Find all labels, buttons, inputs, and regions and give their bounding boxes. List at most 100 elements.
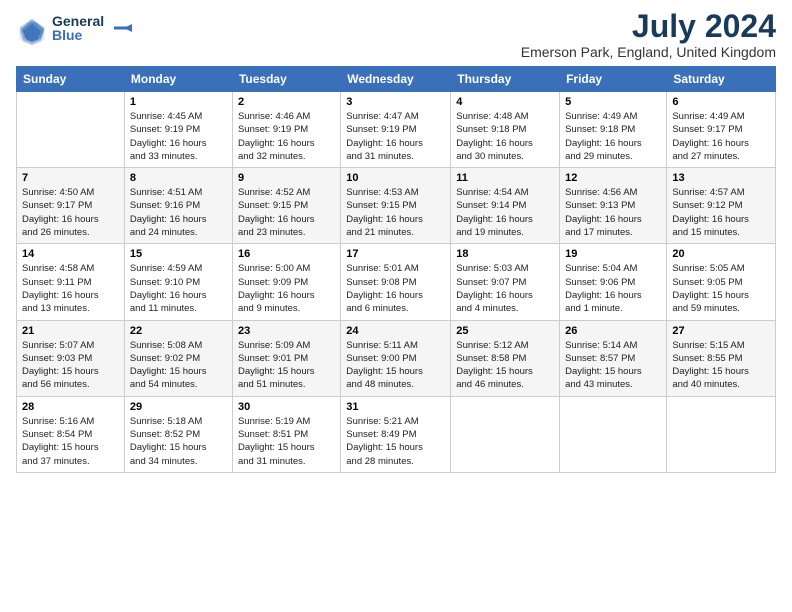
calendar-cell: 27Sunrise: 5:15 AMSunset: 8:55 PMDayligh… — [667, 320, 776, 396]
col-sunday: Sunday — [17, 67, 125, 92]
day-number: 13 — [672, 172, 770, 184]
day-number: 24 — [346, 325, 445, 337]
day-info: Sunrise: 5:09 AMSunset: 9:01 PMDaylight:… — [238, 339, 335, 392]
day-info: Sunrise: 4:52 AMSunset: 9:15 PMDaylight:… — [238, 186, 335, 239]
day-info: Sunrise: 5:08 AMSunset: 9:02 PMDaylight:… — [130, 339, 227, 392]
day-info: Sunrise: 5:18 AMSunset: 8:52 PMDaylight:… — [130, 415, 227, 468]
day-info: Sunrise: 5:21 AMSunset: 8:49 PMDaylight:… — [346, 415, 445, 468]
day-number: 2 — [238, 96, 335, 108]
day-number: 3 — [346, 96, 445, 108]
day-info: Sunrise: 4:48 AMSunset: 9:18 PMDaylight:… — [456, 110, 554, 163]
calendar-cell: 22 Sunrise: 5:08 AMSunset: 9:02 PMDayligh… — [124, 320, 232, 396]
calendar-cell: 8Sunrise: 4:51 AMSunset: 9:16 PMDaylight… — [124, 168, 232, 244]
col-saturday: Saturday — [667, 67, 776, 92]
calendar-cell: 1 Sunrise: 4:45 AMSunset: 9:19 PMDaylight… — [124, 92, 232, 168]
calendar-cell — [667, 396, 776, 472]
day-info: Sunrise: 4:49 AMSunset: 9:17 PMDaylight:… — [672, 110, 770, 163]
day-number: 29 — [130, 401, 227, 413]
calendar-cell: 18Sunrise: 5:03 AMSunset: 9:07 PMDayligh… — [451, 244, 560, 320]
calendar-week-row: 14 Sunrise: 4:58 AMSunset: 9:11 PMDayligh… — [17, 244, 776, 320]
day-info: Sunrise: 4:49 AMSunset: 9:18 PMDaylight:… — [565, 110, 661, 163]
day-number: 10 — [346, 172, 445, 184]
day-number: 5 — [565, 96, 661, 108]
day-number: 31 — [346, 401, 445, 413]
calendar-cell: 17Sunrise: 5:01 AMSunset: 9:08 PMDayligh… — [341, 244, 451, 320]
calendar-cell: 12Sunrise: 4:56 AMSunset: 9:13 PMDayligh… — [560, 168, 667, 244]
col-thursday: Thursday — [451, 67, 560, 92]
col-monday: Monday — [124, 67, 232, 92]
calendar-cell: 19 Sunrise: 5:04 AMSunset: 9:06 PMDayligh… — [560, 244, 667, 320]
day-info: Sunrise: 5:00 AMSunset: 9:09 PMDaylight:… — [238, 262, 335, 315]
calendar-cell: 29 Sunrise: 5:18 AMSunset: 8:52 PMDayligh… — [124, 396, 232, 472]
calendar-cell: 5 Sunrise: 4:49 AMSunset: 9:18 PMDaylight… — [560, 92, 667, 168]
day-number: 17 — [346, 248, 445, 260]
day-info: Sunrise: 5:05 AMSunset: 9:05 PMDaylight:… — [672, 262, 770, 315]
day-number: 6 — [672, 96, 770, 108]
header: General Blue July 2024 Emerson Park, Eng… — [16, 10, 776, 60]
calendar-week-row: 1 Sunrise: 4:45 AMSunset: 9:19 PMDaylight… — [17, 92, 776, 168]
day-number: 23 — [238, 325, 335, 337]
day-number: 26 — [565, 325, 661, 337]
col-tuesday: Tuesday — [232, 67, 340, 92]
day-number: 21 — [22, 325, 119, 337]
day-info: Sunrise: 5:11 AMSunset: 9:00 PMDaylight:… — [346, 339, 445, 392]
month-year-title: July 2024 — [521, 10, 776, 42]
calendar-cell: 13Sunrise: 4:57 AMSunset: 9:12 PMDayligh… — [667, 168, 776, 244]
calendar-cell: 28 Sunrise: 5:16 AMSunset: 8:54 PMDayligh… — [17, 396, 125, 472]
calendar-cell: 4Sunrise: 4:48 AMSunset: 9:18 PMDaylight… — [451, 92, 560, 168]
day-info: Sunrise: 5:19 AMSunset: 8:51 PMDaylight:… — [238, 415, 335, 468]
day-info: Sunrise: 4:58 AMSunset: 9:11 PMDaylight:… — [22, 262, 119, 315]
day-number: 11 — [456, 172, 554, 184]
day-info: Sunrise: 5:16 AMSunset: 8:54 PMDaylight:… — [22, 415, 119, 468]
day-number: 15 — [130, 248, 227, 260]
day-info: Sunrise: 5:03 AMSunset: 9:07 PMDaylight:… — [456, 262, 554, 315]
day-number: 12 — [565, 172, 661, 184]
calendar-cell: 11 Sunrise: 4:54 AMSunset: 9:14 PMDayligh… — [451, 168, 560, 244]
calendar-cell: 9 Sunrise: 4:52 AMSunset: 9:15 PMDaylight… — [232, 168, 340, 244]
calendar-cell: 3 Sunrise: 4:47 AMSunset: 9:19 PMDaylight… — [341, 92, 451, 168]
calendar-header-row: Sunday Monday Tuesday Wednesday Thursday… — [17, 67, 776, 92]
day-info: Sunrise: 5:14 AMSunset: 8:57 PMDaylight:… — [565, 339, 661, 392]
calendar-cell: 26 Sunrise: 5:14 AMSunset: 8:57 PMDayligh… — [560, 320, 667, 396]
day-info: Sunrise: 4:59 AMSunset: 9:10 PMDaylight:… — [130, 262, 227, 315]
day-number: 14 — [22, 248, 119, 260]
calendar-cell: 31 Sunrise: 5:21 AMSunset: 8:49 PMDayligh… — [341, 396, 451, 472]
day-number: 28 — [22, 401, 119, 413]
calendar-cell: 7 Sunrise: 4:50 AMSunset: 9:17 PMDaylight… — [17, 168, 125, 244]
calendar-cell: 16 Sunrise: 5:00 AMSunset: 9:09 PMDayligh… — [232, 244, 340, 320]
day-info: Sunrise: 5:04 AMSunset: 9:06 PMDaylight:… — [565, 262, 661, 315]
day-number: 1 — [130, 96, 227, 108]
day-info: Sunrise: 4:50 AMSunset: 9:17 PMDaylight:… — [22, 186, 119, 239]
logo-icon — [16, 15, 48, 47]
calendar-cell — [17, 92, 125, 168]
day-info: Sunrise: 5:12 AMSunset: 8:58 PMDaylight:… — [456, 339, 554, 392]
day-info: Sunrise: 4:45 AMSunset: 9:19 PMDaylight:… — [130, 110, 227, 163]
logo: General Blue — [16, 10, 132, 51]
day-number: 22 — [130, 325, 227, 337]
calendar-cell: 23 Sunrise: 5:09 AMSunset: 9:01 PMDayligh… — [232, 320, 340, 396]
day-number: 16 — [238, 248, 335, 260]
calendar-cell: 21 Sunrise: 5:07 AMSunset: 9:03 PMDayligh… — [17, 320, 125, 396]
day-info: Sunrise: 4:46 AMSunset: 9:19 PMDaylight:… — [238, 110, 335, 163]
calendar-cell: 25 Sunrise: 5:12 AMSunset: 8:58 PMDayligh… — [451, 320, 560, 396]
title-block: July 2024 Emerson Park, England, United … — [521, 10, 776, 60]
day-info: Sunrise: 4:47 AMSunset: 9:19 PMDaylight:… — [346, 110, 445, 163]
calendar-cell: 10Sunrise: 4:53 AMSunset: 9:15 PMDayligh… — [341, 168, 451, 244]
day-number: 19 — [565, 248, 661, 260]
day-number: 25 — [456, 325, 554, 337]
calendar-cell: 2 Sunrise: 4:46 AMSunset: 9:19 PMDaylight… — [232, 92, 340, 168]
svg-text:Blue: Blue — [52, 27, 83, 43]
calendar-cell: 15 Sunrise: 4:59 AMSunset: 9:10 PMDayligh… — [124, 244, 232, 320]
day-number: 7 — [22, 172, 119, 184]
day-info: Sunrise: 4:51 AMSunset: 9:16 PMDaylight:… — [130, 186, 227, 239]
day-info: Sunrise: 4:54 AMSunset: 9:14 PMDaylight:… — [456, 186, 554, 239]
calendar-week-row: 21 Sunrise: 5:07 AMSunset: 9:03 PMDayligh… — [17, 320, 776, 396]
calendar-cell: 20Sunrise: 5:05 AMSunset: 9:05 PMDayligh… — [667, 244, 776, 320]
day-number: 9 — [238, 172, 335, 184]
col-friday: Friday — [560, 67, 667, 92]
location-subtitle: Emerson Park, England, United Kingdom — [521, 44, 776, 60]
calendar-cell — [560, 396, 667, 472]
day-info: Sunrise: 5:07 AMSunset: 9:03 PMDaylight:… — [22, 339, 119, 392]
calendar-cell — [451, 396, 560, 472]
col-wednesday: Wednesday — [341, 67, 451, 92]
